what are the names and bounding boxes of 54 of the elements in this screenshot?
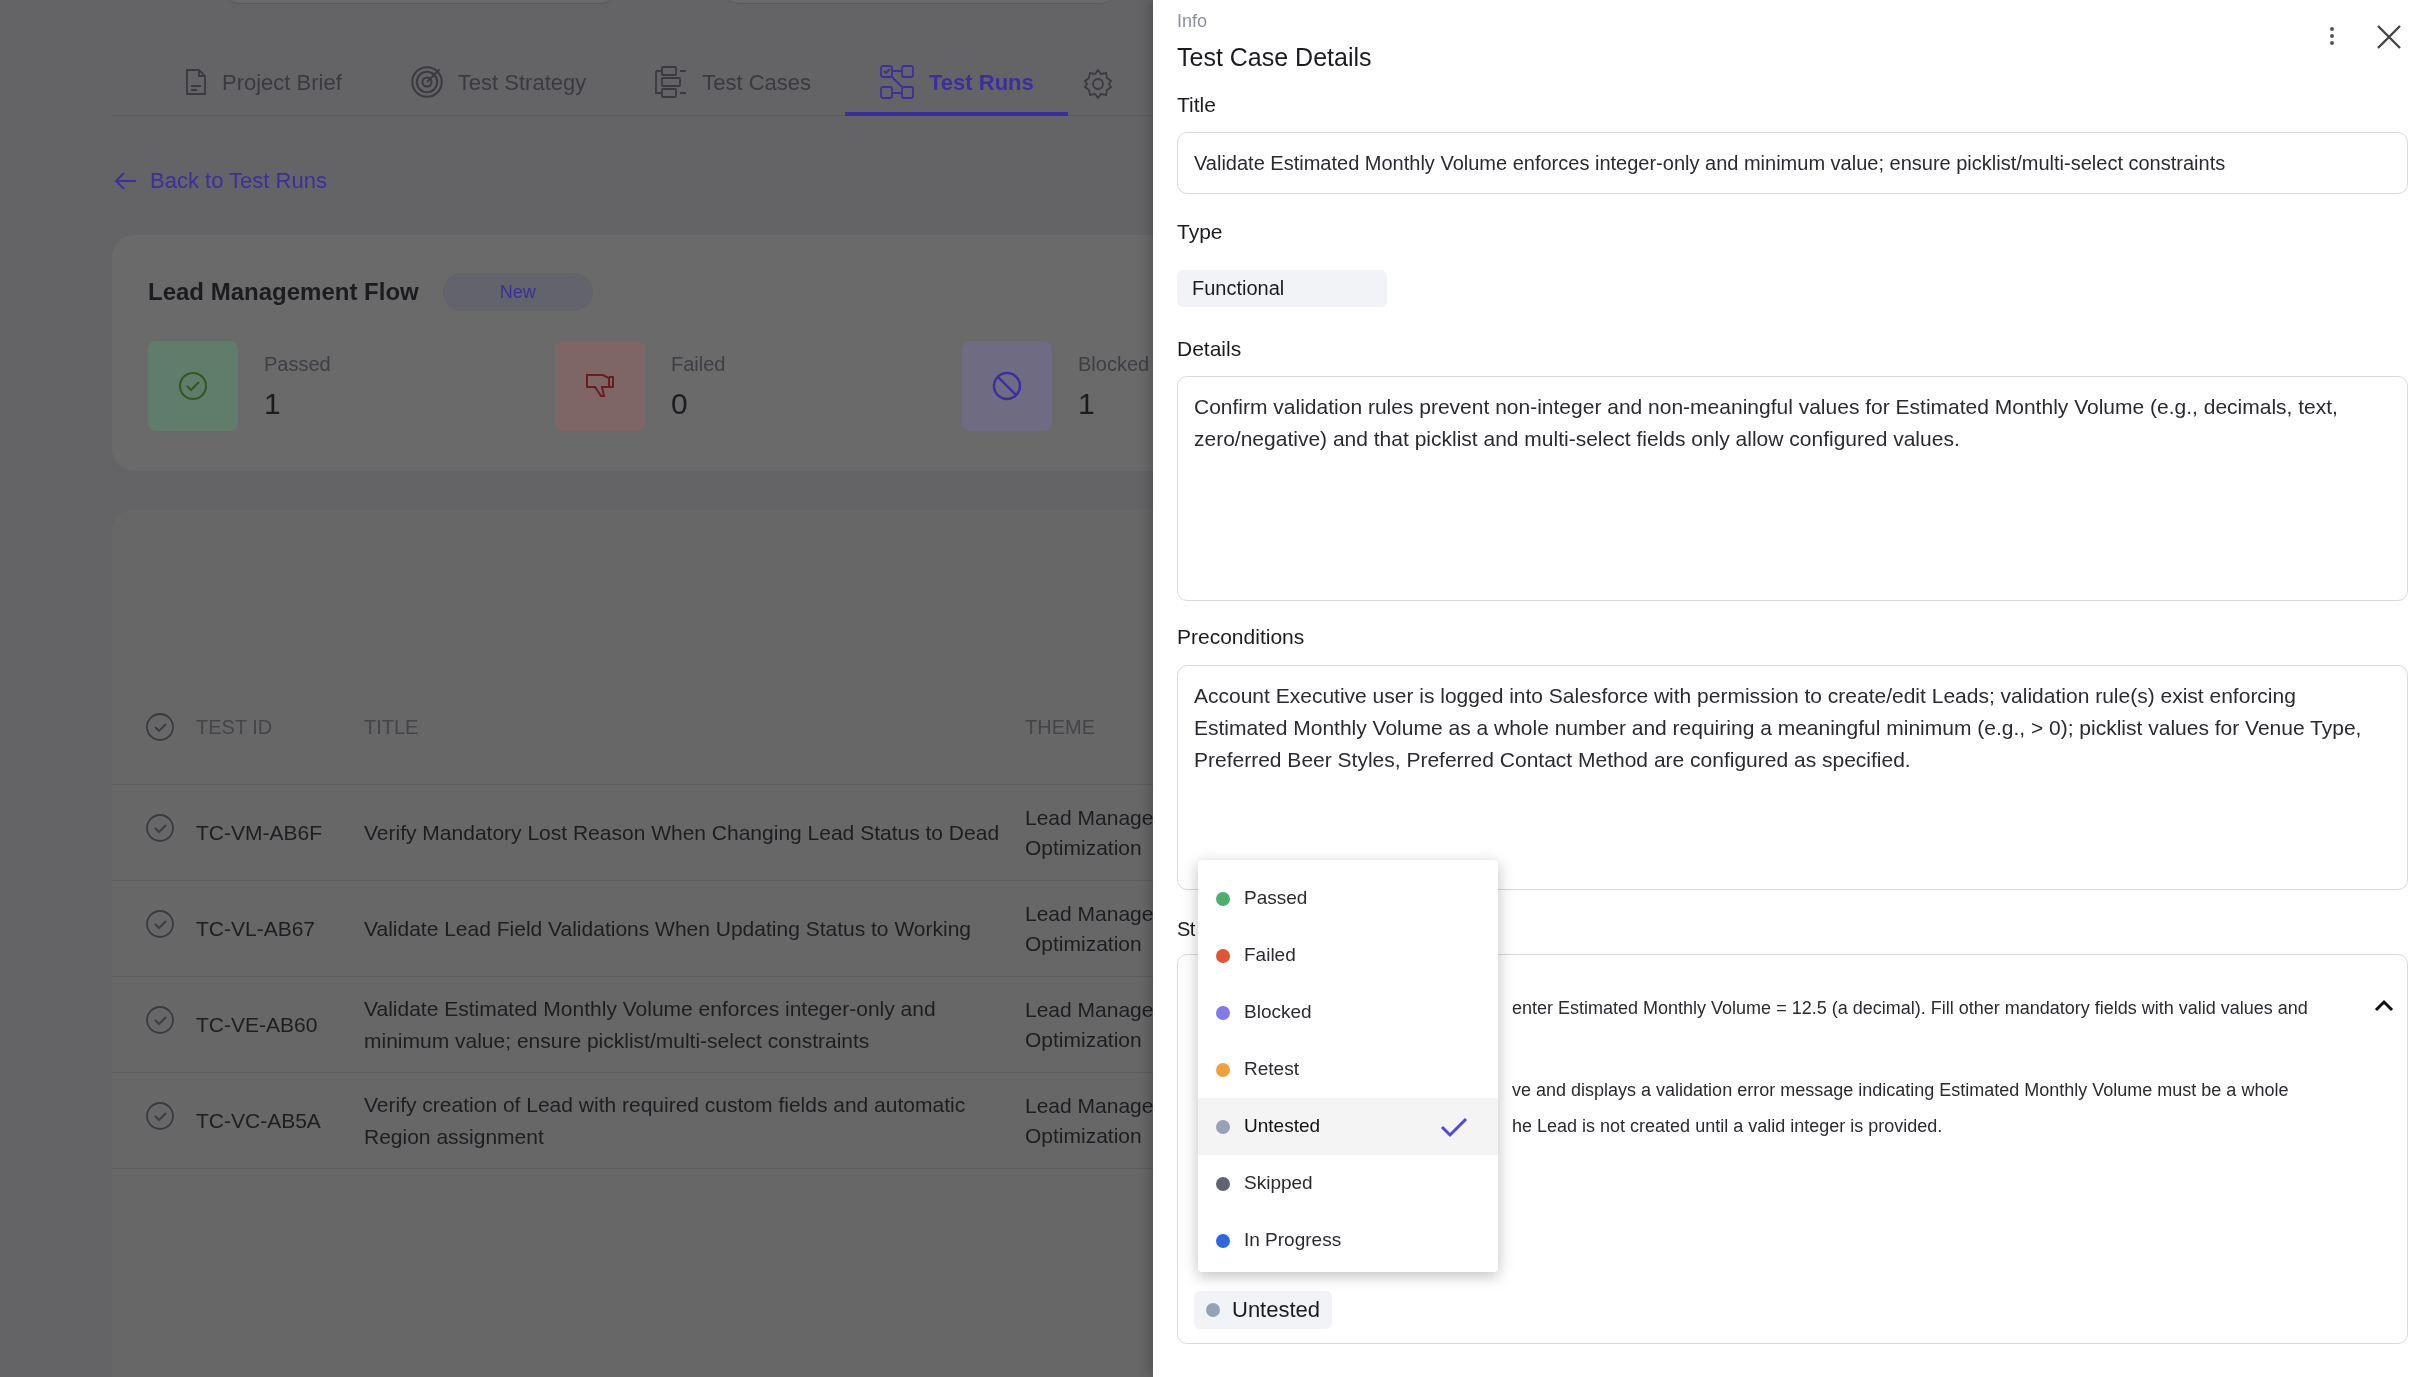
table-cell: Validate Estimated Monthly Volume enforces integer-only and minimum value; ensure picklist/multi-select constraints	[364, 997, 936, 1052]
stat-count: 0	[671, 386, 688, 422]
checkmark-icon	[1440, 1115, 1468, 1138]
tab-icon	[879, 64, 916, 100]
check-circle-icon	[145, 909, 175, 939]
status-option[interactable]: Blocked	[1198, 984, 1498, 1041]
ban-icon	[991, 370, 1023, 402]
table-cell-text: Lead Manage	[1025, 900, 1154, 927]
table-cell: Validate Lead Field Validations When Updating Status to Working	[364, 916, 972, 940]
table-cell-text: Lead Manage	[1025, 996, 1154, 1023]
tab-icon	[409, 65, 444, 99]
check-circle-icon	[178, 371, 208, 401]
status-select[interactable]: Untested	[1194, 1290, 1333, 1329]
status-option[interactable]: Skipped	[1198, 1155, 1498, 1212]
details-field[interactable]: Confirm validation rules prevent non-integer and non-meaningful values for Estimated Monthly Volume (e.g., decimals, text, zero/negative) and that picklist and multi-select fields only allow configured values.	[1177, 376, 2408, 601]
drawer-title: Test Case Details	[1177, 42, 1372, 73]
tab-icon	[184, 68, 208, 96]
table-cell-text: Optimization	[1025, 1026, 1142, 1053]
tab-icon	[654, 65, 689, 99]
field-label: Details	[1177, 335, 1242, 362]
check-circle-icon	[145, 711, 175, 742]
check-circle-icon	[145, 813, 175, 843]
table-cell: TC-VC-AB5A	[196, 1108, 321, 1132]
drawer-eyebrow: Info	[1177, 10, 1209, 33]
table-cell: TC-VE-AB60	[196, 1012, 318, 1036]
table-cell-text: Optimization	[1025, 930, 1142, 957]
stat-count: 1	[264, 386, 281, 422]
status-option[interactable]: Retest	[1198, 1041, 1498, 1098]
table-cell: Verify Mandatory Lost Reason When Changing Lead Status to Dead	[364, 820, 1000, 844]
title-field[interactable]: Validate Estimated Monthly Volume enforces integer-only and minimum value; ensure picklist/multi-select constraints	[1177, 132, 2408, 194]
table-cell: TC-VM-AB6F	[196, 820, 322, 844]
field-label: St	[1177, 916, 1195, 942]
table-cell: TC-VL-AB67	[196, 916, 316, 940]
status-option[interactable]: Failed	[1198, 927, 1498, 984]
status-option[interactable]: In Progress	[1198, 1212, 1498, 1269]
field-label: Type	[1177, 219, 1223, 245]
expected-result-text: he Lead is not created until a valid integer is provided.	[1512, 1114, 1943, 1138]
table-cell-text: Optimization	[1025, 834, 1142, 861]
table-cell-text: Lead Manage	[1025, 804, 1154, 831]
run-title: Lead Management Flow	[148, 277, 419, 307]
type-field[interactable]: Functional	[1177, 269, 1387, 307]
table-cell-text: Lead Manage	[1025, 1092, 1154, 1119]
table-cell-text: Optimization	[1025, 1122, 1142, 1149]
field-label: Title	[1177, 91, 1216, 118]
field-label: Preconditions	[1177, 624, 1305, 650]
stat-count: 1	[1078, 386, 1095, 422]
expected-result-text: ve and displays a validation error message indicating Estimated Monthly Volume must be a whole	[1512, 1078, 2289, 1102]
table-cell: Verify creation of Lead with required custom fields and automatic Region assignment	[364, 1093, 966, 1148]
step-action-text: enter Estimated Monthly Volume = 12.5 (a decimal). Fill other mandatory fields with valid values and	[1512, 996, 2308, 1020]
check-circle-icon	[145, 1101, 175, 1131]
check-circle-icon	[145, 1005, 175, 1035]
close-icon[interactable]	[2376, 24, 2402, 50]
status-option[interactable]: Untested	[1198, 1098, 1498, 1155]
back-arrow-icon	[114, 170, 138, 191]
